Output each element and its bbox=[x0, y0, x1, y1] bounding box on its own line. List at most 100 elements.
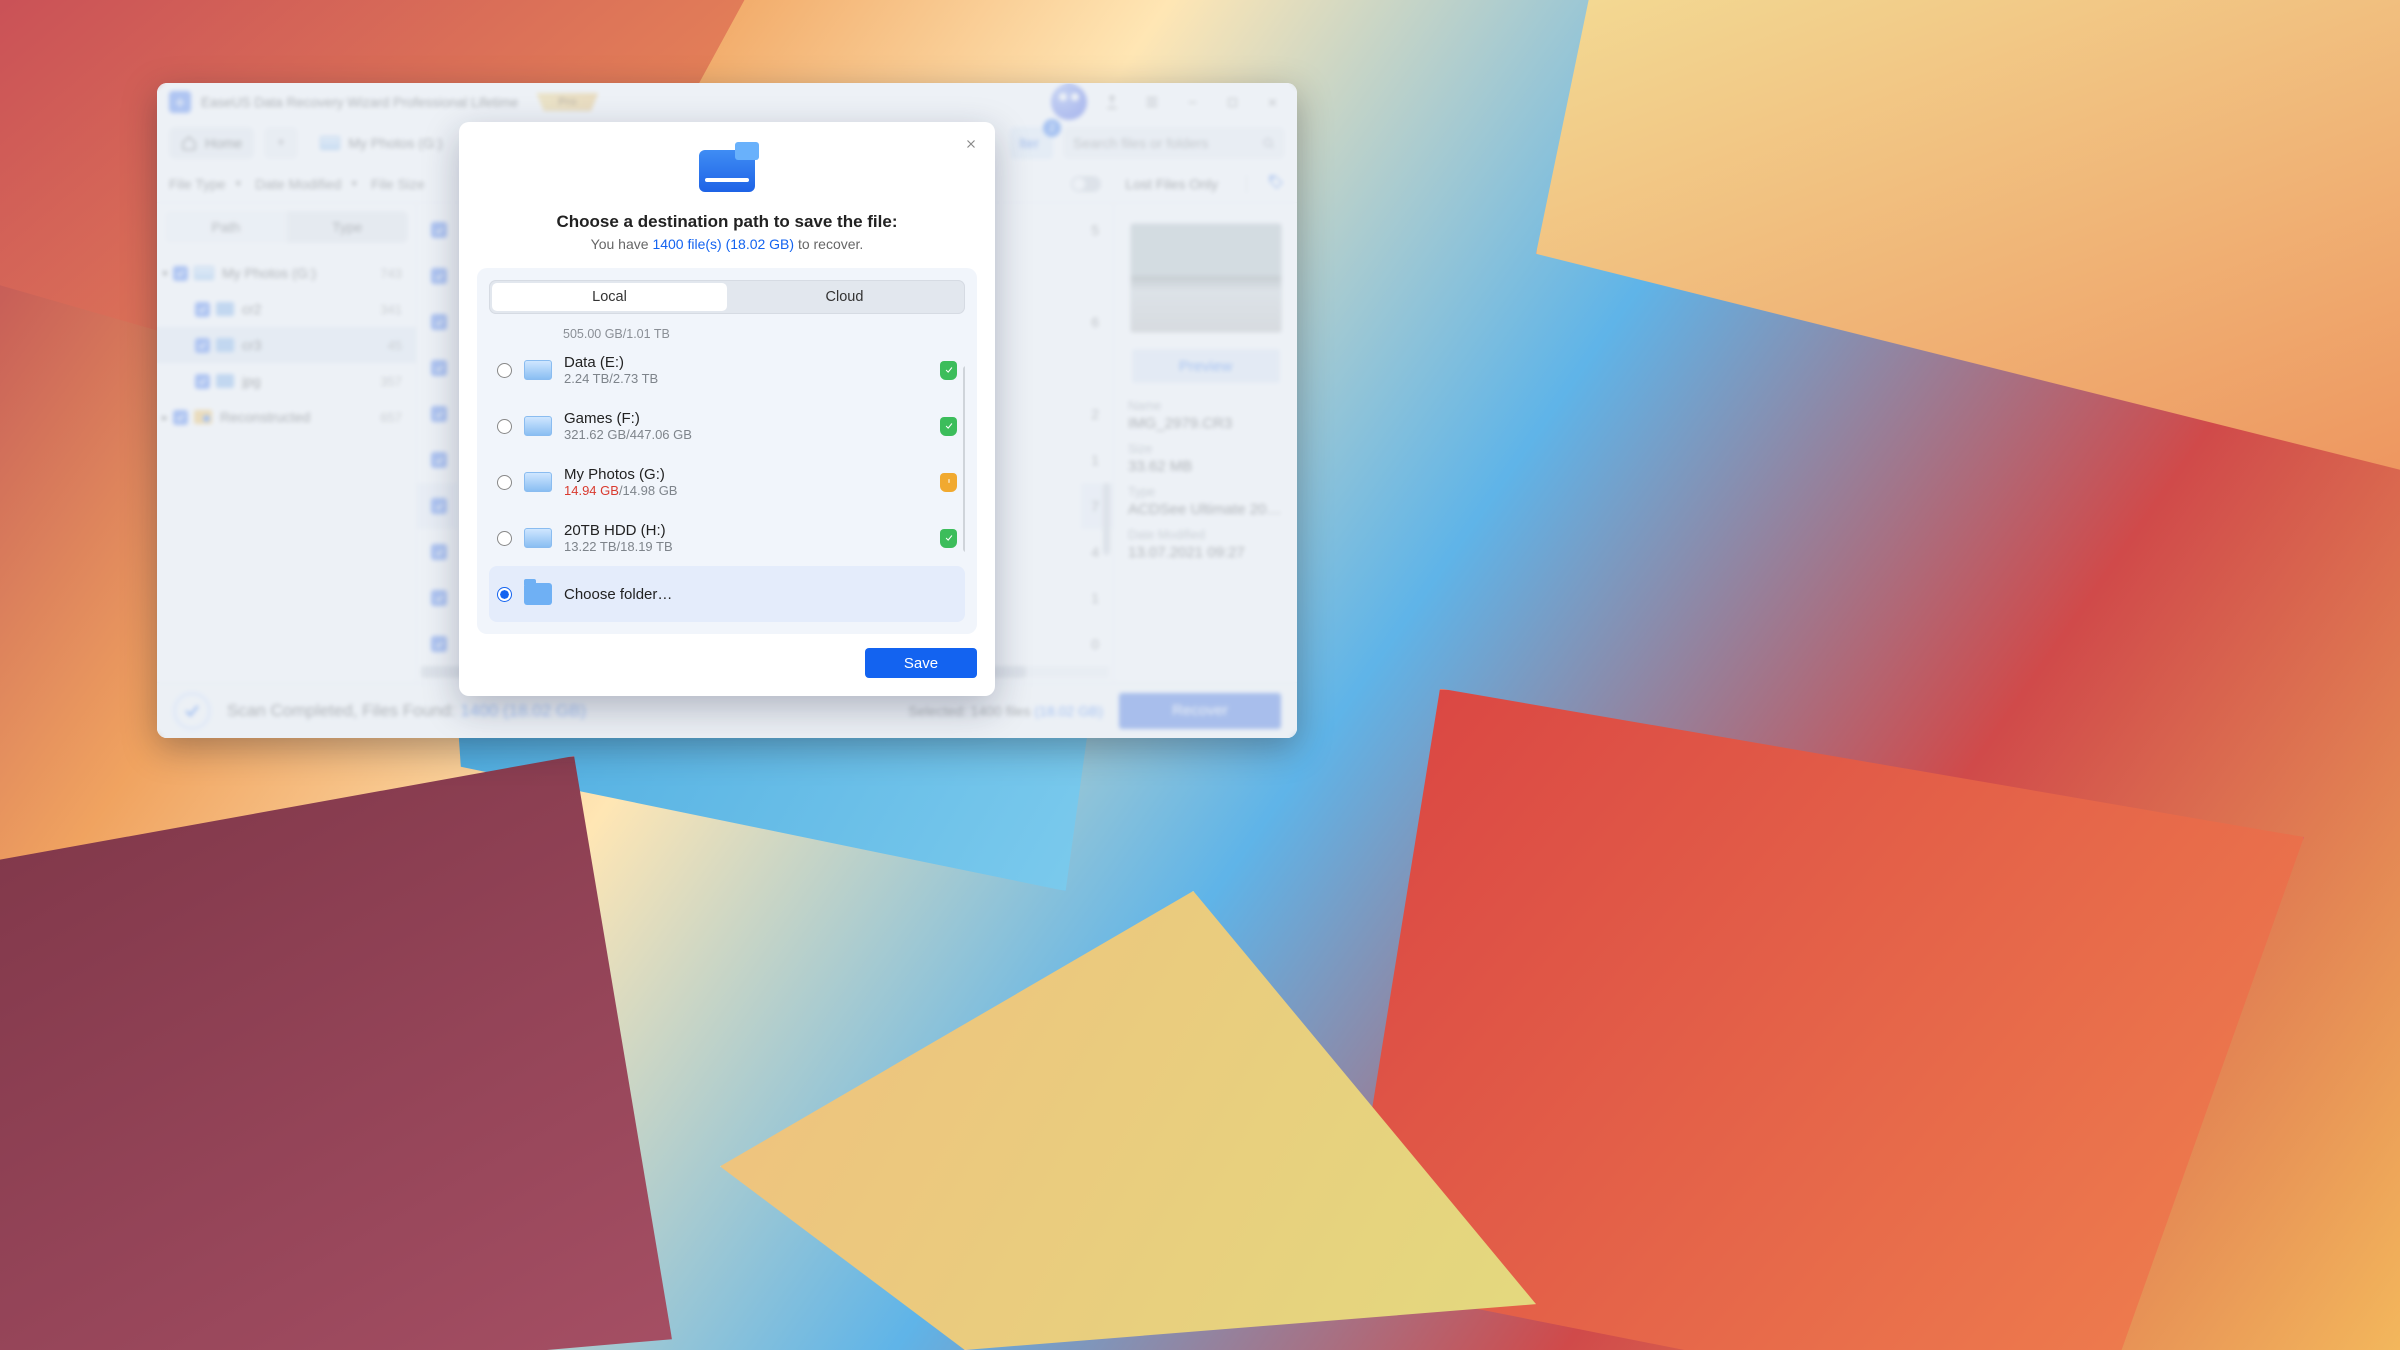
checkbox-icon[interactable] bbox=[431, 360, 447, 376]
menu-icon[interactable] bbox=[1137, 87, 1167, 117]
radio-icon[interactable] bbox=[497, 363, 512, 378]
checkbox-icon[interactable] bbox=[431, 314, 447, 330]
status-ok-icon bbox=[940, 417, 957, 436]
detail-value-modified: 13.07.2021 09:27 bbox=[1128, 544, 1283, 561]
checkbox-icon[interactable] bbox=[431, 268, 447, 284]
app-title: EaseUS Data Recovery Wizard Professional… bbox=[201, 95, 518, 110]
lost-files-only-toggle[interactable] bbox=[1071, 176, 1101, 192]
folder-icon bbox=[216, 374, 234, 388]
tab-local[interactable]: Local bbox=[492, 283, 727, 311]
maximize-button[interactable] bbox=[1217, 87, 1247, 117]
checkbox-icon[interactable] bbox=[431, 498, 447, 514]
drive-row[interactable]: 20TB HDD (H:) 13.22 TB/18.19 TB bbox=[489, 510, 965, 566]
sidebar-tabs: Path Type bbox=[165, 211, 408, 243]
drive-icon bbox=[524, 360, 552, 380]
filter-count-badge: 2 bbox=[1043, 119, 1061, 137]
home-button[interactable]: Home bbox=[169, 127, 254, 159]
folder-tree: ▾ My Photos (G:) 743 cr2 341 bbox=[157, 251, 416, 682]
drive-icon bbox=[524, 528, 552, 548]
scan-status-text: Scan Completed, Files Found: 1400 (18.02… bbox=[227, 701, 586, 721]
dialog-title: Choose a destination path to save the fi… bbox=[477, 212, 977, 232]
up-button[interactable] bbox=[264, 127, 298, 159]
minimize-button[interactable] bbox=[1177, 87, 1207, 117]
filter-file-size[interactable]: File Size bbox=[371, 176, 425, 192]
save-button[interactable]: Save bbox=[865, 648, 977, 678]
expand-icon[interactable]: ▾ bbox=[157, 267, 173, 280]
status-ok-icon bbox=[940, 361, 957, 380]
expand-icon[interactable]: ▸ bbox=[157, 411, 173, 424]
breadcrumb[interactable]: My Photos (G:) bbox=[308, 127, 454, 159]
folder-icon bbox=[216, 338, 234, 352]
vertical-scrollbar[interactable] bbox=[1103, 483, 1110, 555]
detail-label-name: Name bbox=[1128, 399, 1283, 413]
checkbox-icon[interactable] bbox=[431, 590, 447, 606]
checkbox-icon[interactable] bbox=[173, 266, 188, 281]
export-icon[interactable] bbox=[1097, 87, 1127, 117]
checkbox-icon[interactable] bbox=[173, 410, 188, 425]
checkbox-icon[interactable] bbox=[431, 222, 447, 238]
status-warning-icon bbox=[940, 473, 957, 492]
tree-node[interactable]: cr2 341 bbox=[157, 291, 416, 327]
home-label: Home bbox=[205, 135, 242, 151]
sidebar: Path Type ▾ My Photos (G:) 743 cr2 bbox=[157, 203, 417, 682]
detail-value-type: ACDSee Ultimate 2023 CR… bbox=[1128, 501, 1283, 518]
app-logo-icon: ＋ bbox=[169, 91, 191, 113]
preview-panel: Preview Name IMG_2979.CR3 Size 33.62 MB … bbox=[1113, 203, 1297, 682]
tree-node[interactable]: cr3 45 bbox=[157, 327, 416, 363]
chevron-down-icon: ▾ bbox=[351, 177, 357, 190]
drive-row[interactable]: Games (F:) 321.62 GB/447.06 GB bbox=[489, 398, 965, 454]
close-button[interactable] bbox=[1257, 87, 1287, 117]
checkbox-icon[interactable] bbox=[431, 544, 447, 560]
folder-icon bbox=[194, 410, 212, 424]
titlebar: ＋ EaseUS Data Recovery Wizard Profession… bbox=[157, 83, 1297, 121]
search-input[interactable] bbox=[1073, 135, 1254, 151]
tree-node[interactable]: ▾ My Photos (G:) 743 bbox=[157, 255, 416, 291]
checkbox-icon[interactable] bbox=[195, 338, 210, 353]
drive-icon bbox=[524, 472, 552, 492]
status-ok-icon bbox=[940, 529, 957, 548]
chevron-down-icon: ▾ bbox=[236, 177, 242, 190]
folder-icon bbox=[216, 302, 234, 316]
breadcrumb-label: My Photos (G:) bbox=[348, 135, 442, 151]
vertical-scrollbar[interactable] bbox=[963, 366, 965, 552]
filter-button[interactable]: lter 2 bbox=[1010, 127, 1053, 159]
drive-list: 505.00 GB/1.01 TB Data (E:) 2.24 TB/2.73… bbox=[489, 322, 965, 622]
filter-file-type[interactable]: File Type▾ bbox=[169, 176, 241, 192]
dialog-close-button[interactable] bbox=[959, 132, 983, 156]
recover-button[interactable]: Recover bbox=[1119, 693, 1281, 729]
choose-folder-row[interactable]: Choose folder… bbox=[489, 566, 965, 622]
checkbox-icon[interactable] bbox=[431, 452, 447, 468]
selection-summary: Selected: 1400 files (18.02 GB) bbox=[908, 703, 1103, 719]
tree-node[interactable]: ▸ Reconstructed 657 bbox=[157, 399, 416, 435]
tab-path[interactable]: Path bbox=[165, 211, 287, 243]
radio-icon[interactable] bbox=[497, 475, 512, 490]
preview-thumbnail bbox=[1130, 223, 1282, 333]
destination-tabs: Local Cloud bbox=[489, 280, 965, 314]
detail-value-name: IMG_2979.CR3 bbox=[1128, 415, 1283, 432]
detail-label-type: Type bbox=[1128, 485, 1283, 499]
detail-label-size: Size bbox=[1128, 442, 1283, 456]
filter-date-modified[interactable]: Date Modified▾ bbox=[255, 176, 357, 192]
detail-value-size: 33.62 MB bbox=[1128, 458, 1283, 475]
tab-cloud[interactable]: Cloud bbox=[727, 283, 962, 311]
filter-label: lter bbox=[1020, 135, 1039, 151]
preview-button[interactable]: Preview bbox=[1132, 349, 1280, 383]
save-icon bbox=[699, 150, 755, 192]
radio-icon[interactable] bbox=[497, 587, 512, 602]
radio-icon[interactable] bbox=[497, 531, 512, 546]
checkbox-icon[interactable] bbox=[195, 374, 210, 389]
tree-node[interactable]: jpg 357 bbox=[157, 363, 416, 399]
radio-icon[interactable] bbox=[497, 419, 512, 434]
tag-filter-icon[interactable] bbox=[1267, 173, 1285, 194]
checkbox-icon[interactable] bbox=[431, 406, 447, 422]
folder-icon bbox=[524, 583, 552, 605]
checkbox-icon[interactable] bbox=[195, 302, 210, 317]
assistant-avatar-icon[interactable] bbox=[1051, 84, 1087, 120]
tab-type[interactable]: Type bbox=[287, 211, 409, 243]
search-icon bbox=[1262, 135, 1275, 151]
checkbox-icon[interactable] bbox=[431, 636, 447, 652]
drive-row[interactable]: Data (E:) 2.24 TB/2.73 TB bbox=[489, 342, 965, 398]
pro-badge: Pro bbox=[536, 93, 598, 111]
search-box[interactable] bbox=[1063, 127, 1285, 159]
drive-row[interactable]: My Photos (G:) 14.94 GB/14.98 GB bbox=[489, 454, 965, 510]
